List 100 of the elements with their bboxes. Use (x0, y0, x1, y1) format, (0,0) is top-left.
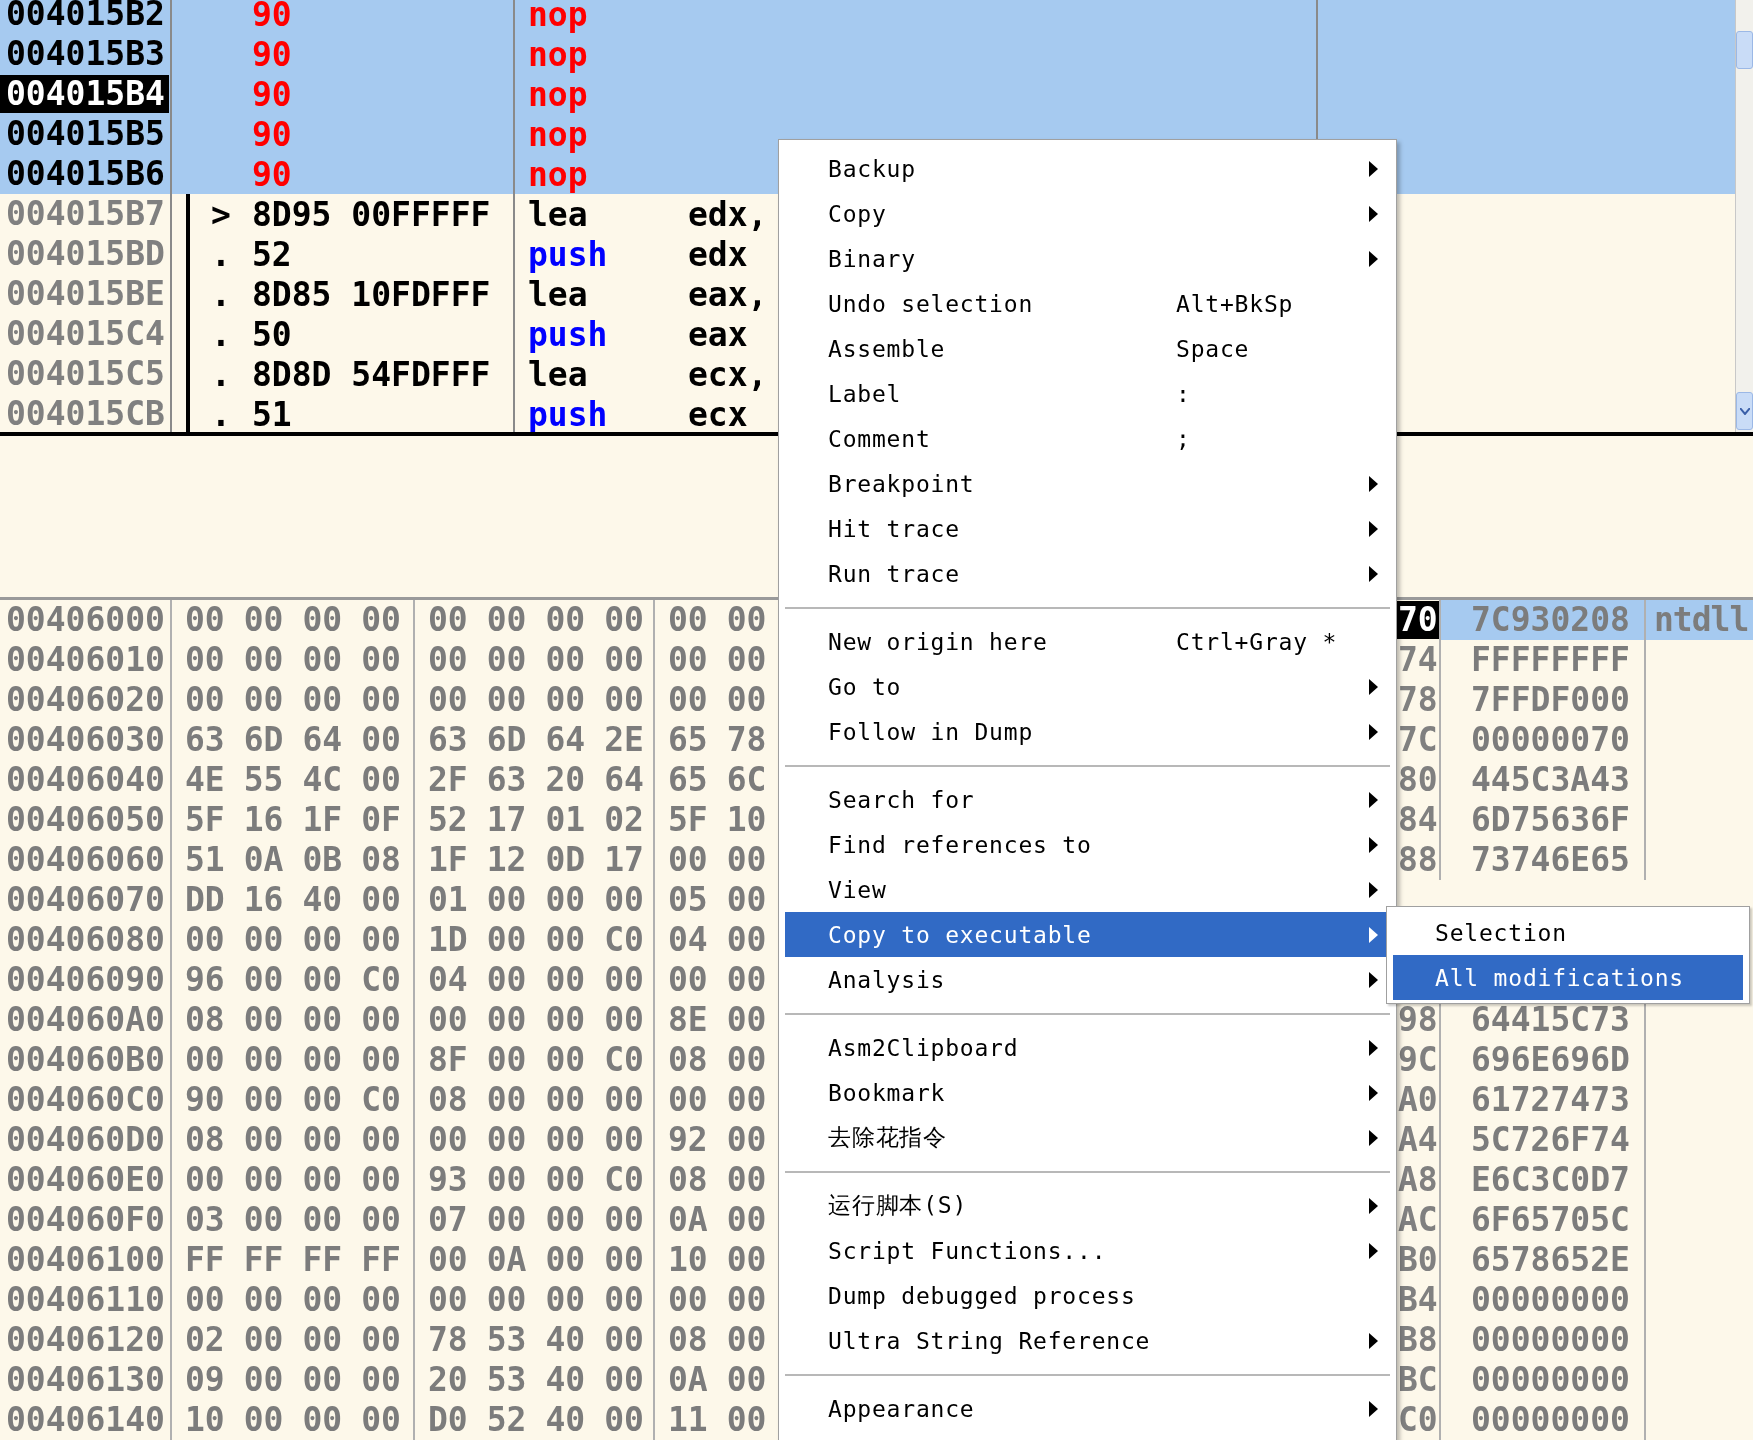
stack-address: B0 (1397, 1241, 1439, 1279)
menu-item[interactable]: Asm2Clipboard (785, 1025, 1390, 1070)
menu-item[interactable]: Run trace (785, 551, 1390, 596)
hex-byte: 64 (604, 761, 644, 799)
stack-address: 98 (1397, 1001, 1439, 1039)
hex-byte: 08 (428, 1081, 468, 1119)
stack-value: 6F65705C (1471, 1201, 1630, 1239)
hex-byte: 1F (302, 801, 343, 839)
hex-byte: C0 (604, 1041, 644, 1079)
jump-marker: . (210, 274, 232, 314)
menu-item[interactable]: Dump debugged process (785, 1273, 1390, 1318)
hex-byte: 00 (428, 601, 468, 639)
operand-cell: ecx (688, 394, 748, 432)
hex-byte: 0A (243, 841, 284, 879)
disassembly-row[interactable]: 004015B3 90 nop (0, 34, 1735, 74)
hex-byte: 00 (243, 961, 284, 999)
address-cell-text: 004015B5 (5, 115, 166, 153)
hex-byte: 93 (428, 1161, 468, 1199)
menu-item[interactable]: 去除花指令 (785, 1115, 1390, 1160)
stack-value: 00000000 (1471, 1321, 1630, 1359)
menu-item[interactable]: Copy (785, 191, 1390, 236)
hex-byte: 08 (668, 1041, 708, 1079)
disassembly-row[interactable]: 004015B2 90 nop (0, 0, 1735, 34)
hex-byte: 64 (545, 721, 586, 759)
hex-byte: 0A (668, 1201, 708, 1239)
mnemonic-cell: lea (528, 354, 588, 394)
mnemonic-cell: nop (528, 0, 588, 34)
hex-byte: 0B (302, 841, 343, 879)
menu-item[interactable]: Undo selection Alt+BkSp (785, 281, 1390, 326)
menu-item[interactable]: Follow in Dump (785, 709, 1390, 754)
vertical-scrollbar[interactable] (1735, 0, 1753, 432)
hex-byte: 52 (486, 1401, 527, 1439)
menu-item[interactable]: Binary (785, 236, 1390, 281)
scroll-down-button[interactable] (1736, 392, 1753, 430)
dump-address: 004060F0 (6, 1201, 165, 1239)
disassembly-row[interactable]: 004015B4 90 nop (0, 74, 1735, 114)
hex-byte: 65 (668, 761, 708, 799)
mnemonic-cell: nop (528, 154, 588, 194)
shortcut-label: ; (1176, 425, 1192, 452)
hex-byte: 00 (243, 601, 284, 639)
hex-byte: 00 (726, 881, 767, 919)
hex-byte: 00 (302, 641, 343, 679)
hex-byte: 20 (428, 1361, 468, 1399)
menu-item[interactable]: Ultra String Reference (785, 1318, 1390, 1363)
hex-byte: 00 (604, 1321, 644, 1359)
hex-byte: 00 (486, 601, 527, 639)
hex-byte: 00 (185, 641, 225, 679)
stack-address: C0 (1397, 1401, 1439, 1439)
hex-byte: 00 (726, 1161, 767, 1199)
menu-item[interactable]: Script Functions... (785, 1228, 1390, 1273)
menu-item[interactable]: Bookmark (785, 1070, 1390, 1115)
hex-byte: 02 (185, 1321, 225, 1359)
menu-item[interactable]: Analysis (785, 957, 1390, 1002)
mnemonic-cell: nop (528, 74, 588, 114)
stack-value: 00000000 (1471, 1401, 1630, 1439)
hex-byte: 02 (604, 801, 644, 839)
menu-item[interactable]: Breakpoint (785, 461, 1390, 506)
menu-item[interactable]: Search for (785, 777, 1390, 822)
address-cell: 004015B4 (0, 75, 169, 113)
hex-byte: 00 (243, 1081, 284, 1119)
menu-item[interactable]: Label : (785, 371, 1390, 416)
hex-byte: 00 (726, 1081, 767, 1119)
menu-item[interactable]: Comment ; (785, 416, 1390, 461)
hex-byte: 00 (428, 1241, 468, 1279)
menu-item[interactable]: Assemble Space (785, 326, 1390, 371)
stack-address: B4 (1397, 1281, 1439, 1319)
menu-item[interactable]: Appearance (785, 1386, 1390, 1431)
hex-byte: 40 (545, 1361, 586, 1399)
hex-byte: 17 (604, 841, 644, 879)
menu-item[interactable]: All modifications (1393, 955, 1743, 1000)
stack-value: 00000000 (1471, 1281, 1630, 1319)
menu-item[interactable]: 运行脚本(S) (785, 1183, 1390, 1228)
operand-cell: eax, (688, 274, 768, 314)
hex-byte: 00 (545, 1041, 586, 1079)
hex-byte: C0 (604, 1161, 644, 1199)
dump-address: 00406050 (6, 801, 165, 839)
hex-byte: 00 (486, 1281, 527, 1319)
dump-address: 00406030 (6, 721, 165, 759)
menu-item[interactable]: Find references to (785, 822, 1390, 867)
hex-byte: 00 (726, 1041, 767, 1079)
hex-byte: 40 (545, 1321, 586, 1359)
menu-item[interactable]: Hit trace (785, 506, 1390, 551)
menu-item[interactable]: New origin here Ctrl+Gray * (785, 619, 1390, 664)
hex-byte: D0 (428, 1401, 468, 1439)
hex-byte: 00 (243, 1361, 284, 1399)
stack-value: 696E696D (1471, 1041, 1630, 1079)
hex-byte: 00 (726, 1201, 767, 1239)
scroll-thumb[interactable] (1736, 31, 1753, 69)
menu-item[interactable]: Go to (785, 664, 1390, 709)
shortcut-label: : (1176, 380, 1192, 407)
stack-value: 64415C73 (1471, 1001, 1630, 1039)
hex-byte: 00 (726, 601, 767, 639)
jump-marker: > (210, 194, 232, 234)
hex-byte: 00 (726, 921, 767, 959)
hex-byte: 00 (243, 1121, 284, 1159)
hex-byte: 65 (668, 721, 708, 759)
hex-byte: 00 (185, 1281, 225, 1319)
hex-byte: 00 (428, 1001, 468, 1039)
menu-item[interactable]: Selection (1393, 910, 1743, 955)
menu-item[interactable]: View (785, 867, 1390, 912)
